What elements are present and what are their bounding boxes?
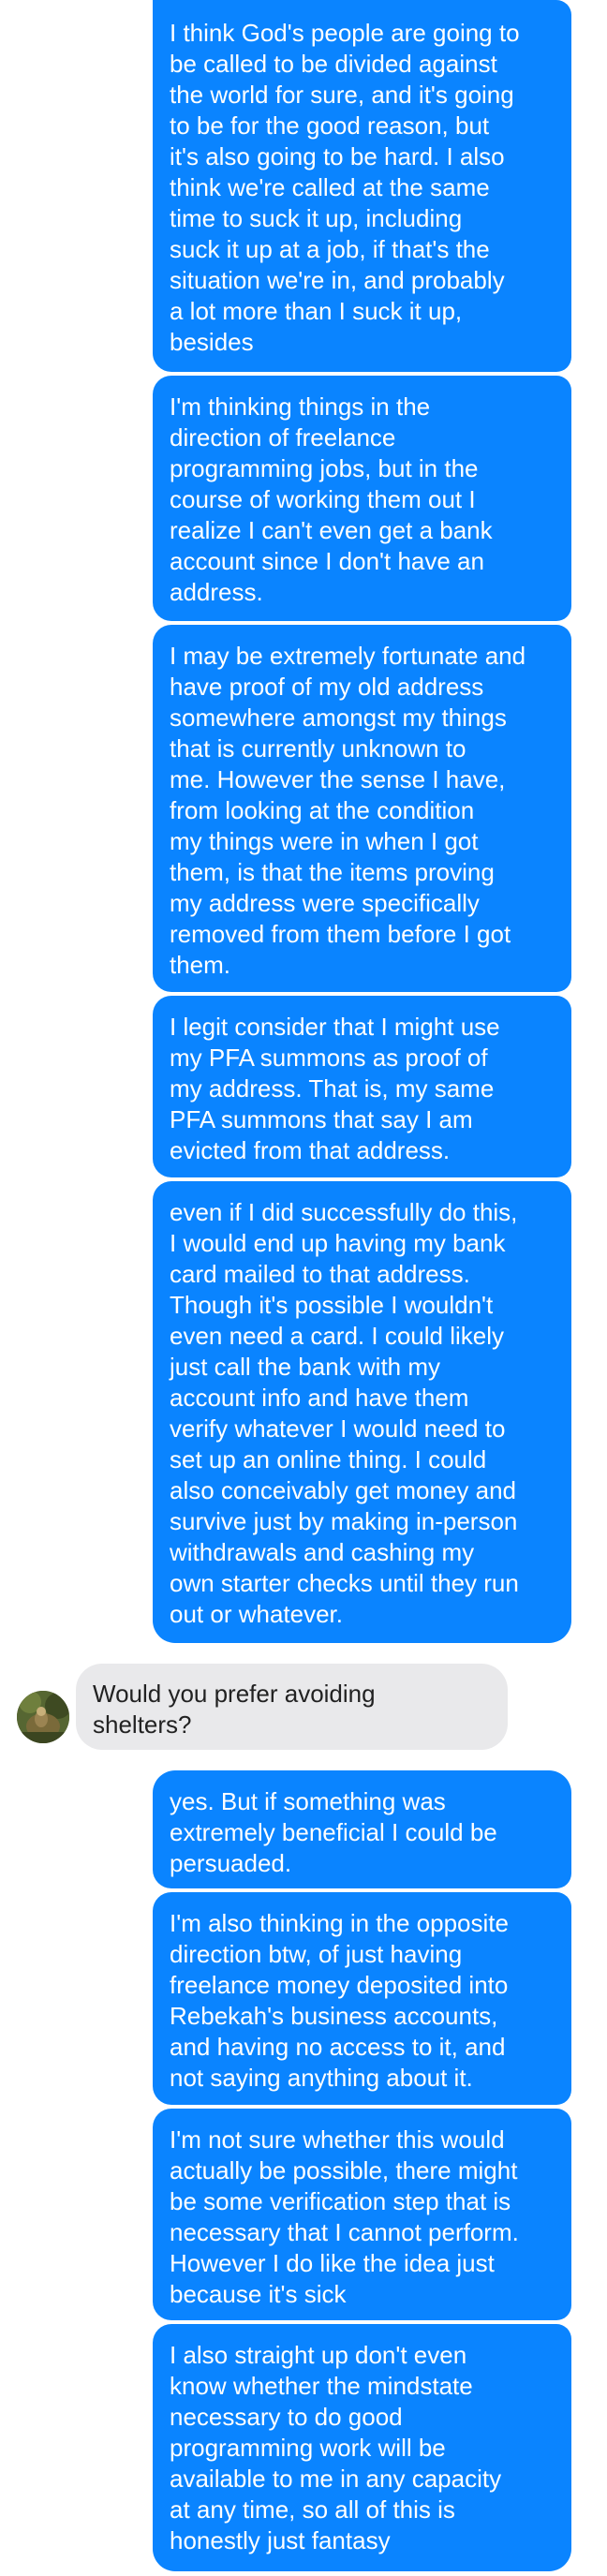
outgoing-message-bubble[interactable]: I legit consider that I might use my PFA… — [153, 996, 571, 1177]
outgoing-message-bubble[interactable]: I'm not sure whether this would actually… — [153, 2109, 571, 2320]
outgoing-message-bubble[interactable]: I'm thinking things in the direction of … — [153, 376, 571, 621]
outgoing-message-bubble[interactable]: even if I did successfully do this, I wo… — [153, 1181, 571, 1643]
outgoing-message-bubble[interactable]: I also straight up don't even know wheth… — [153, 2324, 571, 2571]
outgoing-message-bubble[interactable]: I'm also thinking in the opposite direct… — [153, 1892, 571, 2105]
contact-avatar[interactable] — [17, 1691, 69, 1743]
incoming-message-bubble[interactable]: Would you prefer avoiding shelters? — [76, 1664, 508, 1750]
outgoing-message-bubble[interactable]: I may be extremely fortunate and have pr… — [153, 625, 571, 992]
profile-photo-avatar-icon — [17, 1691, 69, 1743]
outgoing-message-bubble[interactable]: yes. But if something was extremely bene… — [153, 1770, 571, 1888]
outgoing-message-bubble[interactable]: I think God's people are going to be cal… — [153, 0, 571, 372]
